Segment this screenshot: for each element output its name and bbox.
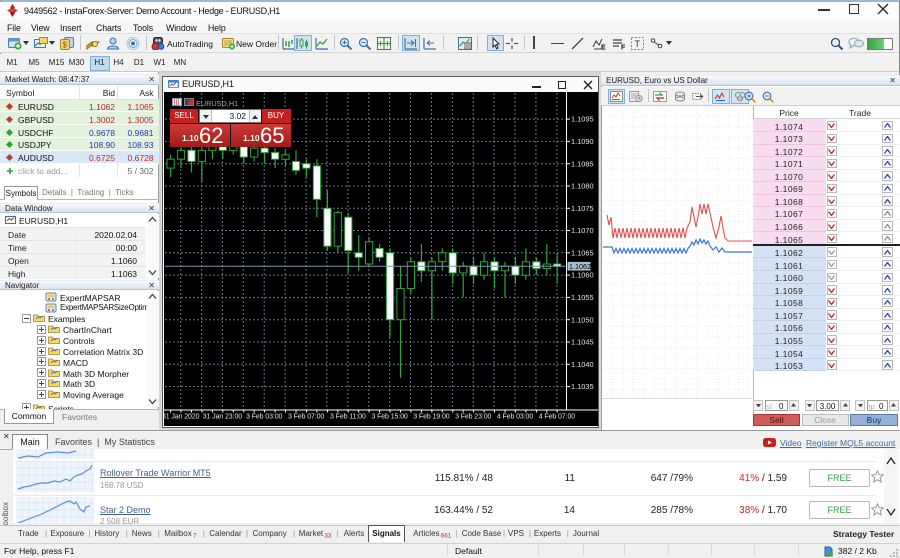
svg-text:4 Feb 03:00: 4 Feb 03:00 — [497, 414, 533, 421]
svg-text:1.1065: 1.1065 — [571, 248, 594, 257]
svg-text:31 Jan 23:00: 31 Jan 23:00 — [203, 414, 242, 421]
svg-text:1.1055: 1.1055 — [571, 293, 594, 302]
svg-text:1.1080: 1.1080 — [571, 182, 594, 191]
svg-text:T: T — [635, 39, 641, 49]
svg-text:1.1070: 1.1070 — [571, 226, 594, 235]
svg-text:31 Jan 2020: 31 Jan 2020 — [164, 414, 200, 421]
svg-text:1.1050: 1.1050 — [571, 315, 594, 324]
svg-text:1.1095: 1.1095 — [571, 115, 594, 124]
svg-text:3 Feb 19:00: 3 Feb 19:00 — [413, 414, 449, 421]
svg-text:3 Feb 07:00: 3 Feb 07:00 — [288, 414, 324, 421]
svg-text:1.1040: 1.1040 — [571, 360, 594, 369]
svg-text:1.1062: 1.1062 — [569, 262, 591, 271]
svg-text:3 Feb 15:00: 3 Feb 15:00 — [371, 414, 407, 421]
svg-text:1.1075: 1.1075 — [571, 204, 594, 213]
svg-text:F: F — [621, 45, 626, 51]
svg-text:$: $ — [63, 41, 68, 50]
svg-text:3 Feb 03:00: 3 Feb 03:00 — [246, 414, 282, 421]
svg-text:3 Feb 23:00: 3 Feb 23:00 — [455, 414, 491, 421]
svg-text:1.1085: 1.1085 — [571, 159, 594, 168]
svg-text:3 Feb 11:00: 3 Feb 11:00 — [330, 414, 366, 421]
svg-text:4 Feb 07:00: 4 Feb 07:00 — [539, 414, 575, 421]
svg-text:1.1090: 1.1090 — [571, 137, 594, 146]
svg-text:1.1060: 1.1060 — [571, 271, 594, 280]
svg-text:1.1045: 1.1045 — [571, 338, 594, 347]
svg-text:1.1035: 1.1035 — [571, 382, 594, 391]
svg-text:E: E — [601, 45, 606, 51]
